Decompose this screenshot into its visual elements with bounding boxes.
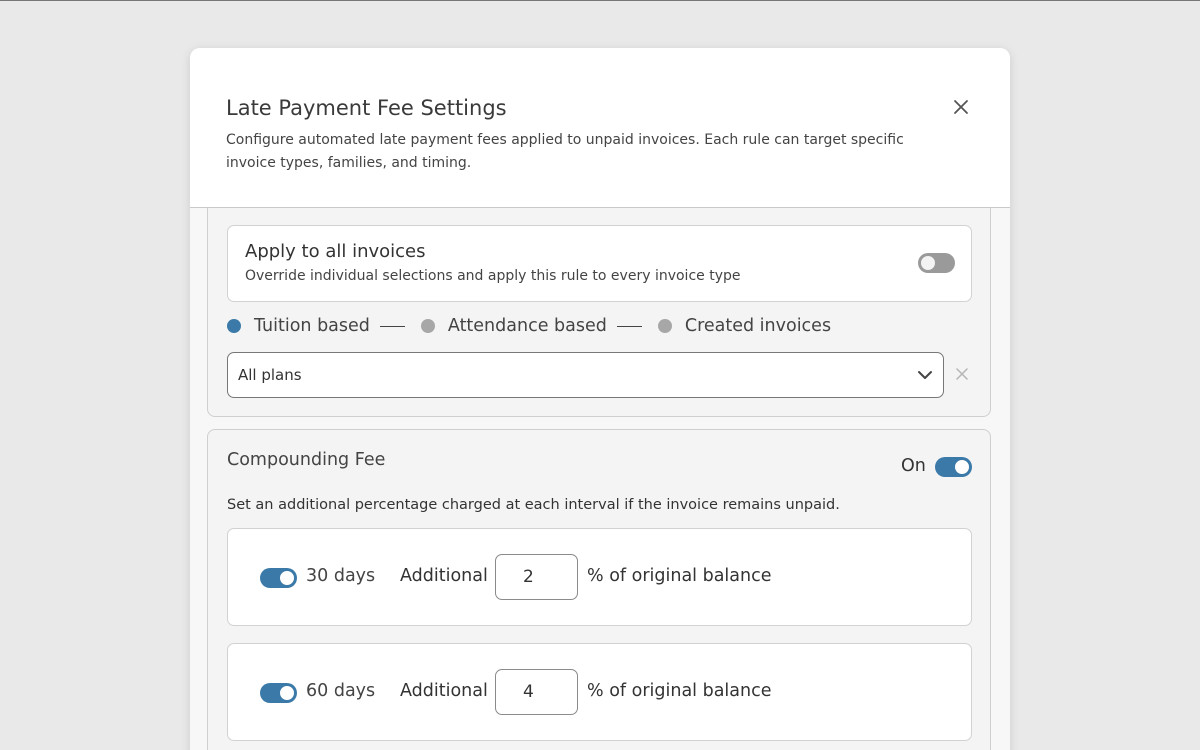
step-label: Attendance based	[447, 316, 607, 336]
step-attendance-based[interactable]: Attendance based	[420, 316, 607, 336]
apply-all-title: Apply to all invoices	[245, 241, 426, 262]
interval-toggle[interactable]	[260, 683, 297, 703]
modal-header: Late Payment Fee Settings Configure auto…	[190, 48, 1010, 208]
clear-plan-icon[interactable]	[956, 368, 968, 380]
apply-all-description: Override individual selections and apply…	[245, 268, 741, 284]
step-created-invoices[interactable]: Created invoices	[657, 316, 832, 336]
compounding-fee-description: Set an additional percentage charged at …	[227, 497, 840, 513]
step-dot	[420, 319, 435, 333]
interval-days-label: 60 days	[306, 681, 376, 701]
modal-title: Late Payment Fee Settings	[226, 96, 507, 120]
modal-description: Configure automated late payment fees ap…	[226, 132, 904, 171]
toggle-knob	[919, 254, 937, 272]
step-label: Tuition based	[254, 316, 370, 336]
toggle-knob	[278, 569, 296, 587]
apply-all-toggle[interactable]	[918, 253, 955, 273]
percentage-suffix-label: % of original balance	[587, 681, 772, 701]
apply-all-invoices-box: Apply to all invoices Override individua…	[227, 225, 972, 302]
step-connector	[379, 325, 405, 327]
percentage-suffix-label: % of original balance	[587, 566, 772, 586]
chevron-down-icon	[918, 371, 932, 379]
late-fee-modal: Apply to all invoices Override individua…	[190, 48, 1010, 750]
invoice-type-steps: Tuition based Attendance based Created i…	[227, 314, 831, 338]
toggle-knob	[278, 684, 296, 702]
interval-row-30-days: 30 days Additional % of original balance	[227, 528, 972, 626]
compounding-fee-toggle[interactable]	[935, 457, 972, 477]
step-connector	[616, 325, 642, 327]
compounding-status-label: On	[901, 456, 926, 476]
plan-select[interactable]: All plans	[227, 352, 944, 398]
interval-days-label: 30 days	[306, 566, 376, 586]
interval-row-60-days: 60 days Additional % of original balance	[227, 643, 972, 741]
additional-label: Additional	[400, 566, 488, 586]
step-tuition-based[interactable]: Tuition based	[227, 316, 370, 336]
compounding-fee-card: Compounding Fee On Set an additional per…	[207, 429, 991, 750]
step-dot	[657, 319, 672, 333]
close-icon[interactable]	[951, 97, 971, 117]
percentage-input[interactable]	[495, 669, 578, 715]
compounding-fee-title: Compounding Fee	[227, 450, 386, 470]
toggle-knob	[953, 458, 971, 476]
percentage-input[interactable]	[495, 554, 578, 600]
plan-select-value: All plans	[238, 366, 302, 384]
step-label: Created invoices	[684, 316, 832, 336]
step-dot-active	[227, 319, 241, 333]
interval-toggle[interactable]	[260, 568, 297, 588]
additional-label: Additional	[400, 681, 488, 701]
